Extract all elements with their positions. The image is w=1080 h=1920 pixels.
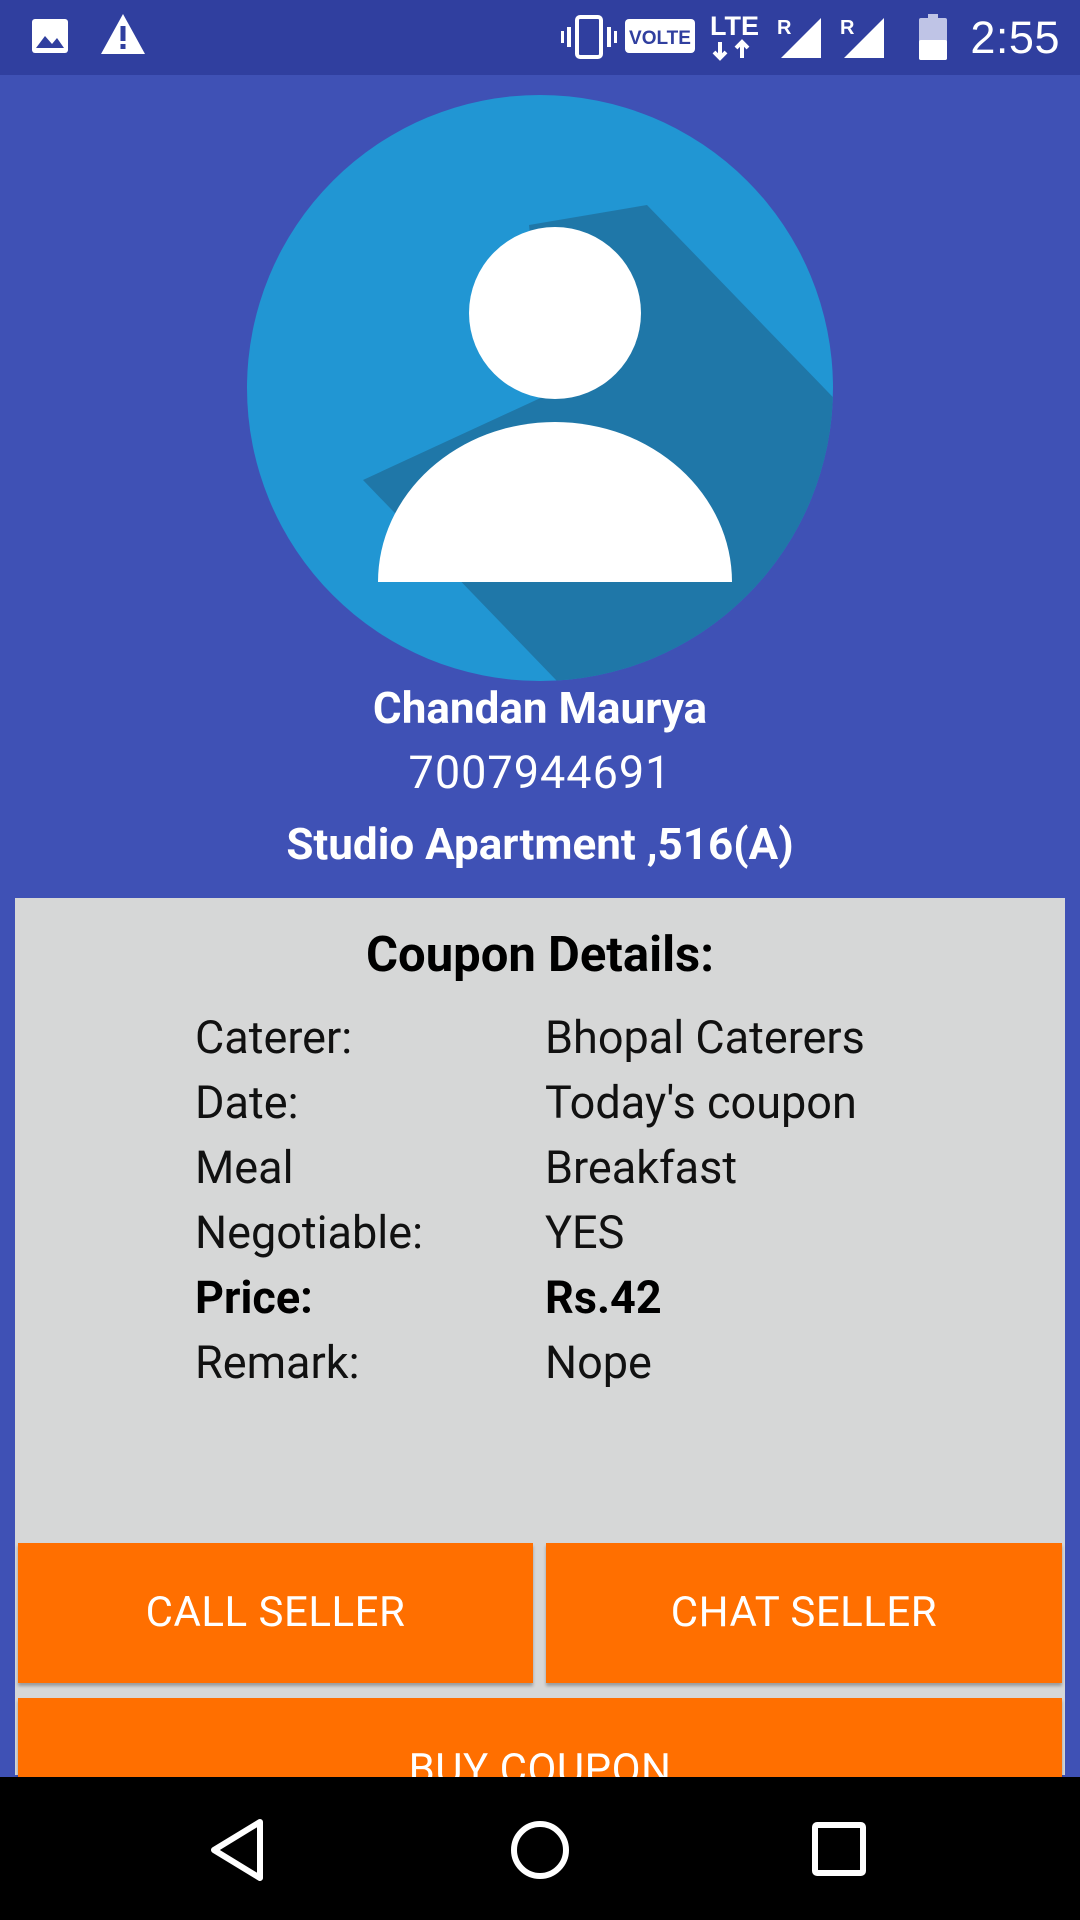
person-icon [363,205,833,681]
call-seller-button[interactable]: CALL SELLER [18,1543,533,1683]
roaming-label: R [840,17,855,39]
chat-seller-button[interactable]: CHAT SELLER [546,1543,1062,1683]
detail-row-meal: Meal Breakfast [15,1135,1065,1200]
detail-value: Bhopal Caterers [545,1011,865,1064]
avatar [247,95,833,681]
detail-row-negotiable: Negotiable: YES [15,1200,1065,1265]
screen: VOLTE LTE R R 2:55 Chandan Maurya 700794… [0,0,1080,1920]
detail-value: Rs.42 [545,1271,662,1324]
warning-icon [99,12,147,60]
seller-phone: 7007944691 [408,746,672,799]
detail-label: Negotiable: [195,1206,424,1259]
signal-icon: R [840,12,890,64]
detail-value: Nope [545,1336,652,1389]
chat-seller-label: CHAT SELLER [670,1588,938,1637]
status-bar: VOLTE LTE R R 2:55 [0,0,1080,75]
seller-address: Studio Apartment ,516(A) [286,818,794,870]
back-icon[interactable] [200,1812,280,1888]
coupon-details-title: Coupon Details: [365,926,715,983]
detail-row-caterer: Caterer: Bhopal Caterers [15,1005,1065,1070]
detail-label: Meal [195,1141,294,1194]
volte-label: VOLTE [629,28,691,49]
battery-icon [918,14,948,64]
detail-row-price: Price: Rs.42 [15,1265,1065,1330]
roaming-label: R [777,17,792,39]
detail-label: Price: [195,1271,313,1324]
detail-value: YES [545,1206,625,1259]
call-seller-label: CALL SELLER [145,1588,406,1637]
detail-row-date: Date: Today's coupon [15,1070,1065,1135]
home-icon[interactable] [500,1812,580,1888]
detail-label: Remark: [195,1336,360,1389]
coupon-details-panel: Coupon Details: Caterer: Bhopal Caterers… [15,898,1065,1841]
navigation-bar [0,1777,1080,1920]
seller-card: Chandan Maurya 7007944691 Studio Apartme… [15,80,1065,1841]
seller-name: Chandan Maurya [372,682,708,734]
lte-icon: LTE [710,10,760,68]
recents-icon[interactable] [800,1812,880,1888]
detail-row-remark: Remark: Nope [15,1330,1065,1395]
volte-icon: VOLTE [625,19,695,57]
detail-label: Caterer: [195,1011,353,1064]
lte-label: LTE [710,11,759,41]
detail-value: Breakfast [545,1141,738,1194]
vibrate-icon [561,15,617,63]
detail-value: Today's coupon [545,1076,857,1129]
gallery-icon [30,17,70,59]
status-time: 2:55 [970,12,1060,63]
detail-label: Date: [195,1076,299,1129]
signal-icon: R [777,12,827,64]
